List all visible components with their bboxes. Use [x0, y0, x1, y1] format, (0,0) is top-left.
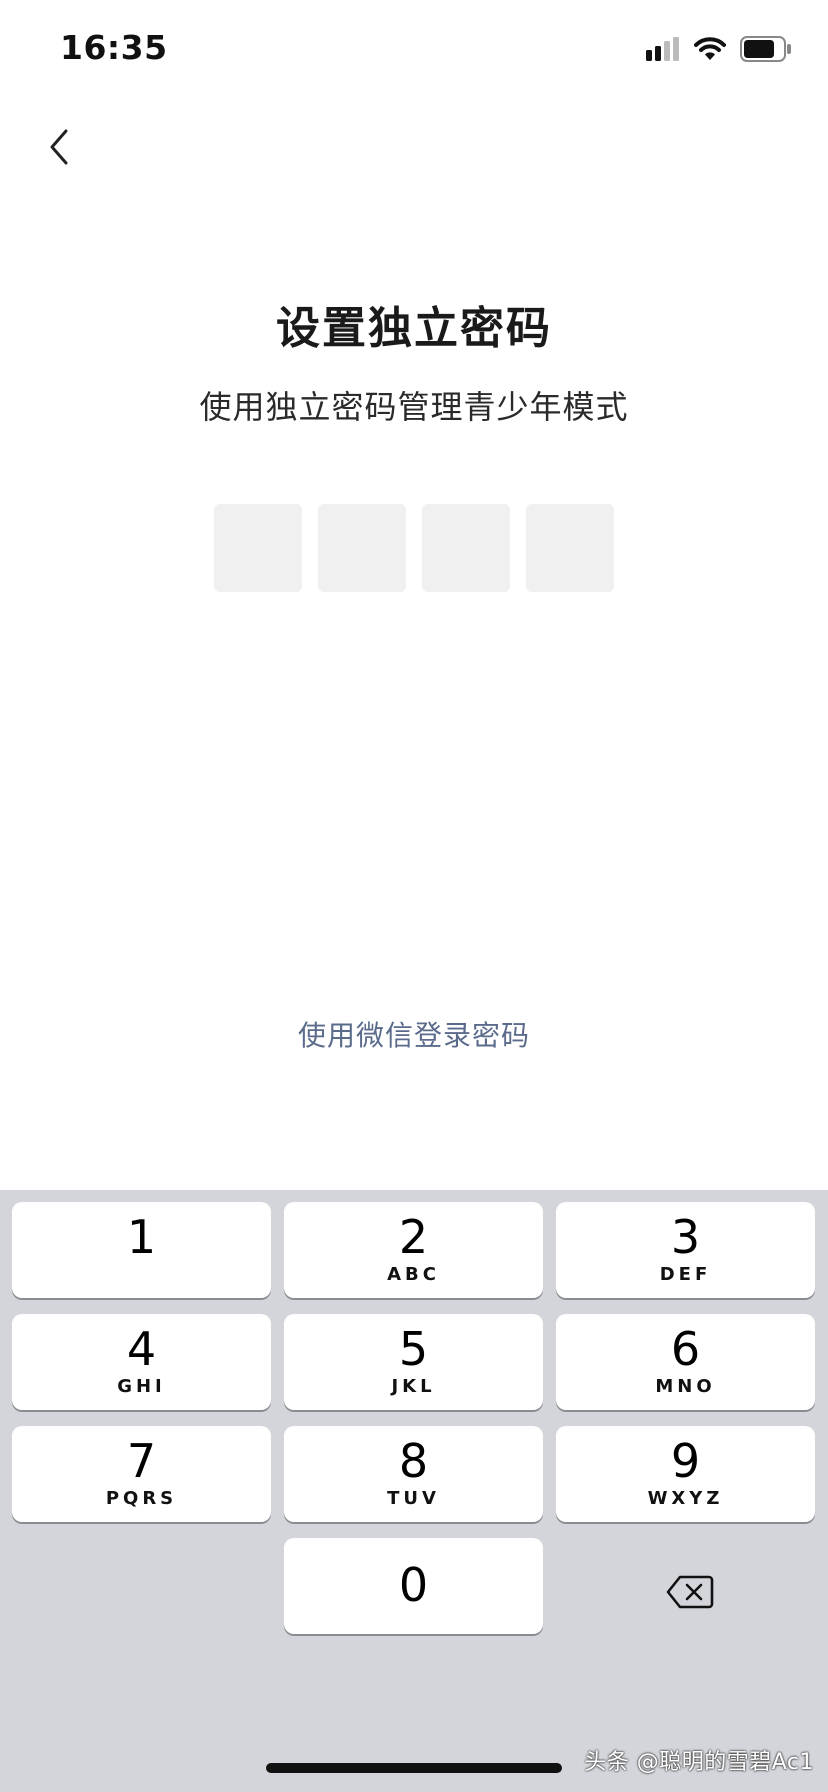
wifi-icon [694, 37, 726, 60]
key-letters: MNO [655, 1376, 716, 1397]
key-digit: 6 [670, 1322, 701, 1376]
page-subtitle: 使用独立密码管理青少年模式 [199, 388, 629, 426]
back-button[interactable] [24, 112, 94, 182]
key-letters: JKL [391, 1376, 436, 1397]
use-wechat-password-link[interactable]: 使用微信登录密码 [0, 1014, 828, 1054]
key-0[interactable]: 0 [284, 1538, 543, 1634]
status-bar: 16:35 [0, 0, 828, 100]
key-letters: WXYZ [647, 1488, 724, 1509]
key-digit: 7 [126, 1434, 157, 1488]
screen: 16:35 设置独立密码 使用独立密码管理青少年模式 使用微信登录密码 1 2 … [0, 0, 828, 1792]
key-letters: ABC [387, 1264, 440, 1285]
numeric-keypad: 1 2 ABC 3 DEF 4 GHI 5 JKL 6 MNO 7 PQRS 8 [0, 1190, 828, 1792]
battery-icon [740, 36, 791, 62]
backspace-icon [666, 1575, 713, 1609]
key-digit: 2 [398, 1210, 429, 1264]
pin-input[interactable] [214, 504, 614, 592]
key-5[interactable]: 5 JKL [284, 1314, 543, 1410]
key-6[interactable]: 6 MNO [556, 1314, 815, 1410]
cellular-signal-icon [646, 37, 679, 61]
key-7[interactable]: 7 PQRS [12, 1426, 271, 1522]
home-indicator [266, 1763, 562, 1773]
page-title: 设置独立密码 [276, 303, 552, 354]
key-9[interactable]: 9 WXYZ [556, 1426, 815, 1522]
chevron-left-icon [50, 129, 68, 165]
key-2[interactable]: 2 ABC [284, 1202, 543, 1298]
pin-box[interactable] [422, 504, 510, 592]
key-4[interactable]: 4 GHI [12, 1314, 271, 1410]
key-letters: GHI [117, 1376, 166, 1397]
key-digit: 3 [670, 1210, 701, 1264]
key-digit: 4 [126, 1322, 157, 1376]
key-3[interactable]: 3 DEF [556, 1202, 815, 1298]
pin-box[interactable] [214, 504, 302, 592]
key-digit: 8 [398, 1434, 429, 1488]
key-8[interactable]: 8 TUV [284, 1426, 543, 1522]
key-letters: DEF [659, 1264, 712, 1285]
key-digit: 5 [398, 1322, 429, 1376]
watermark: 头条 @聪明的雪碧Ac1 [584, 1750, 814, 1775]
pin-box[interactable] [318, 504, 406, 592]
key-1[interactable]: 1 [12, 1202, 271, 1298]
key-digit: 0 [398, 1558, 429, 1612]
key-letters: TUV [387, 1488, 440, 1509]
delete-button[interactable] [560, 1544, 819, 1640]
pin-box[interactable] [526, 504, 614, 592]
key-digit: 9 [670, 1434, 701, 1488]
key-letters: PQRS [105, 1488, 178, 1509]
status-icons [646, 34, 792, 64]
key-digit: 1 [126, 1210, 157, 1264]
status-time: 16:35 [60, 28, 168, 67]
